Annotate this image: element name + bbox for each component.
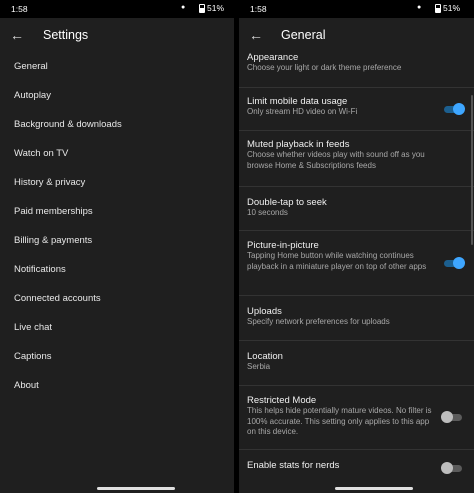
setting-title: Uploads (247, 306, 282, 317)
toggle-switch[interactable] (444, 257, 465, 269)
status-bar: 1:58 ● 51% (0, 0, 234, 18)
scrollbar[interactable] (471, 95, 473, 245)
toggle-switch[interactable] (444, 103, 465, 115)
battery-icon (199, 3, 205, 13)
setting-title: Restricted Mode (247, 395, 317, 406)
setting-description: Serbia (247, 362, 271, 371)
setting-title: Enable stats for nerds (247, 460, 340, 471)
menu-item-billing-payments[interactable]: Billing & payments (0, 226, 234, 255)
home-gesture-handle[interactable] (335, 487, 413, 490)
setting-muted-playback-in-feeds[interactable]: Muted playback in feeds Choose whether vi… (239, 131, 474, 187)
setting-description: Choose your light or dark theme preferen… (247, 63, 402, 72)
menu-item-live-chat[interactable]: Live chat (0, 313, 234, 342)
setting-title: Picture-in-picture (247, 240, 319, 251)
notification-dot-icon: ● (417, 4, 422, 11)
battery-indicator: 51% (435, 3, 460, 13)
arrow-left-icon[interactable]: ← (247, 26, 265, 44)
toggle-knob (453, 103, 465, 115)
status-bar: 1:58 ● 51% (239, 0, 474, 18)
battery-percent: 51% (207, 3, 225, 13)
settings-panel: 1:58 ● 51% ← Settings General Autoplay Bac… (0, 0, 234, 493)
menu-item-about[interactable]: About (0, 371, 234, 400)
setting-title: Double-tap to seek (247, 197, 327, 208)
menu-item-connected-accounts[interactable]: Connected accounts (0, 284, 234, 313)
toggle-knob (441, 462, 453, 474)
setting-description: Tapping Home button while watching conti… (247, 251, 427, 271)
setting-limit-mobile-data-usage[interactable]: Limit mobile data usage Only stream HD vi… (239, 88, 474, 131)
toggle-switch[interactable] (441, 411, 462, 423)
navigation-bar (0, 483, 234, 493)
setting-title: Muted playback in feeds (247, 139, 350, 150)
setting-description: Choose whether videos play with sound of… (247, 150, 425, 170)
toggle-knob (441, 411, 453, 423)
setting-picture-in-picture[interactable]: Picture-in-picture Tapping Home button wh… (239, 231, 474, 296)
setting-description: This helps hide potentially mature video… (247, 406, 432, 436)
toggle-switch[interactable] (441, 462, 462, 474)
setting-title: Location (247, 351, 283, 362)
status-time: 1:58 (11, 4, 28, 14)
setting-description: Only stream HD video on Wi-Fi (247, 107, 358, 116)
setting-description: Specify network preferences for uploads (247, 317, 390, 326)
app-bar: ← General (239, 18, 474, 52)
setting-restricted-mode[interactable]: Restricted Mode This helps hide potential… (239, 386, 474, 450)
menu-item-captions[interactable]: Captions (0, 342, 234, 371)
menu-item-history-privacy[interactable]: History & privacy (0, 168, 234, 197)
setting-uploads[interactable]: Uploads Specify network preferences for u… (239, 296, 474, 341)
menu-item-autoplay[interactable]: Autoplay (0, 81, 234, 110)
page-title: Settings (43, 28, 89, 42)
battery-indicator: 51% (199, 3, 224, 13)
setting-title: Appearance (247, 52, 299, 63)
arrow-left-icon[interactable]: ← (8, 26, 26, 44)
battery-icon (435, 3, 441, 13)
navigation-bar (239, 483, 474, 493)
settings-menu: General Autoplay Background & downloads Wat… (0, 52, 234, 400)
setting-double-tap-to-seek[interactable]: Double-tap to seek 10 seconds (239, 187, 474, 231)
setting-title: Limit mobile data usage (247, 96, 348, 107)
setting-enable-stats-for-nerds[interactable]: Enable stats for nerds (239, 450, 474, 487)
menu-item-paid-memberships[interactable]: Paid memberships (0, 197, 234, 226)
general-settings-panel: 1:58 ● 51% ← General Appearance Choose yo… (239, 0, 474, 493)
setting-location[interactable]: Location Serbia (239, 341, 474, 386)
setting-description: 10 seconds (247, 208, 288, 217)
home-gesture-handle[interactable] (97, 487, 175, 490)
menu-item-notifications[interactable]: Notifications (0, 255, 234, 284)
page-title: General (281, 28, 326, 42)
settings-list: Appearance Choose your light or dark them… (239, 52, 474, 487)
menu-item-general[interactable]: General (0, 52, 234, 81)
app-bar: ← Settings (0, 18, 234, 52)
menu-item-watch-on-tv[interactable]: Watch on TV (0, 139, 234, 168)
status-time: 1:58 (250, 4, 267, 14)
toggle-knob (453, 257, 465, 269)
notification-dot-icon: ● (181, 4, 186, 11)
setting-appearance[interactable]: Appearance Choose your light or dark them… (239, 52, 474, 88)
battery-percent: 51% (443, 3, 461, 13)
menu-item-background-downloads[interactable]: Background & downloads (0, 110, 234, 139)
